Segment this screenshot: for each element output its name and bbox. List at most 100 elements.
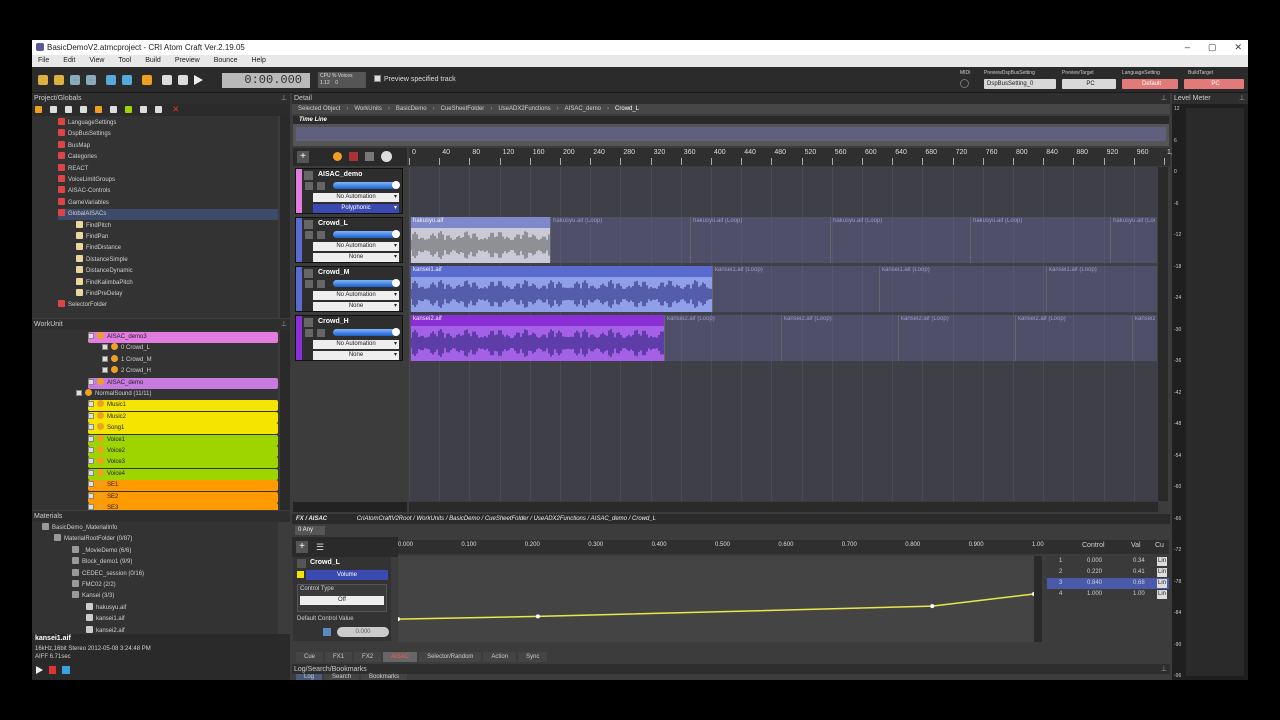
build-icon[interactable] [142, 75, 152, 85]
tab-selector-random[interactable]: Selector/Random [419, 652, 482, 662]
track-crowd_l[interactable]: Crowd_L No Automation None [295, 217, 403, 263]
material-loop-icon[interactable] [49, 666, 56, 674]
project-tree-item[interactable]: DistanceSimple [76, 254, 128, 266]
add-track-icon[interactable]: + [297, 151, 309, 163]
workunit-item[interactable]: Voice4 [88, 468, 278, 480]
material-item[interactable]: FMC02 (2/2) [72, 580, 116, 591]
workunit-item[interactable]: Music2 [88, 411, 278, 423]
loop-clip[interactable]: hakusyu.aif (Loop) [1110, 217, 1157, 263]
project-tree-item[interactable]: BusMap [58, 140, 90, 152]
project-tool-icon[interactable] [80, 106, 87, 113]
breadcrumb-item[interactable]: WorkUnits [354, 106, 382, 112]
project-scrollbar[interactable] [280, 116, 290, 318]
timeline-vscroll[interactable] [1158, 167, 1168, 501]
slider-knob[interactable] [392, 181, 400, 189]
save-icon[interactable] [70, 75, 80, 85]
project-tool-icon[interactable] [35, 106, 42, 113]
new-project-icon[interactable] [38, 75, 48, 85]
aisac-curve-point[interactable] [930, 604, 935, 609]
automation-icon[interactable] [349, 152, 358, 161]
preview-target-select[interactable]: PC [1062, 79, 1116, 89]
workunit-item[interactable]: NormalSound (11/11) [76, 389, 278, 400]
tab-search[interactable]: Search [324, 674, 360, 680]
breadcrumb-item[interactable]: CueSheetFolder [441, 106, 485, 112]
mute-icon[interactable] [305, 182, 313, 190]
workunit-item[interactable]: Music1 [88, 400, 278, 412]
pin-icon[interactable]: ⊥ [1161, 664, 1167, 675]
checkbox-icon[interactable] [88, 458, 94, 465]
loop-clip[interactable]: kansei2.aif (Loop) [781, 315, 898, 361]
workunit-item[interactable]: 0 Crowd_L [102, 343, 278, 354]
project-tree-item[interactable]: GameVariables [58, 197, 109, 209]
control-table-row[interactable]: 4 1.000 1.00 Lin [1047, 589, 1169, 600]
loop-clip[interactable]: kansei2.aif (Loop) [664, 315, 781, 361]
aisac-curve-point[interactable] [535, 614, 540, 619]
timeline-hscroll[interactable] [409, 502, 1158, 512]
solo-icon[interactable] [317, 329, 325, 337]
project-tree-item[interactable]: FindDistance [76, 243, 121, 254]
close-button[interactable]: ✕ [1234, 40, 1242, 55]
menu-help[interactable]: Help [251, 55, 265, 67]
play-icon[interactable] [194, 75, 203, 85]
checkbox-icon[interactable] [88, 492, 94, 499]
pin-icon[interactable]: ⊥ [1239, 93, 1245, 104]
open-icon[interactable] [54, 75, 64, 85]
loop-clip[interactable]: kansei1.aif (Loop) [712, 266, 879, 312]
grid-icon[interactable] [365, 152, 374, 161]
tab-action[interactable]: Action [483, 652, 517, 662]
volume-slider[interactable] [333, 279, 400, 287]
tab-sync[interactable]: Sync [518, 652, 548, 662]
aisac-any-tab[interactable]: 0 Any [295, 526, 325, 535]
menu-build[interactable]: Build [145, 55, 161, 67]
aisac-curve-svg[interactable] [396, 556, 1036, 642]
material-stop-icon[interactable] [62, 666, 70, 674]
audio-clip[interactable]: kansei1.aif [410, 266, 712, 312]
maximize-button[interactable]: ▢ [1208, 40, 1217, 55]
volume-slider[interactable] [333, 328, 400, 336]
checkbox-icon[interactable] [102, 344, 108, 351]
tab-fx2[interactable]: FX2 [354, 652, 382, 662]
tab-aisac[interactable]: AISAC [383, 652, 418, 662]
project-tree-item[interactable]: Categories [58, 152, 97, 163]
project-tool-icon[interactable] [95, 106, 102, 113]
mute-icon[interactable] [305, 231, 313, 239]
workunit-item[interactable]: AISAC_demo [88, 377, 278, 389]
default-lock-icon[interactable] [323, 628, 331, 636]
tab-fx1[interactable]: FX1 [325, 652, 353, 662]
pin-icon[interactable]: ⊥ [1161, 93, 1167, 104]
loop-clip[interactable]: hakusyu.aif (Loop) [970, 217, 1110, 263]
workunit-scrollbar[interactable] [280, 330, 290, 510]
undo-icon[interactable] [106, 75, 116, 85]
material-item[interactable]: MaterialRootFolder (0/87) [54, 534, 132, 545]
checkbox-icon[interactable] [102, 367, 108, 374]
checkbox-icon[interactable] [88, 481, 94, 488]
material-item[interactable]: Block_demo1 (9/9) [72, 557, 132, 568]
aisac-vscroll[interactable] [1034, 556, 1042, 642]
control-table-row[interactable]: 3 0.840 0.68 Lin [1047, 578, 1169, 589]
breadcrumb-item[interactable]: AISAC_demo [565, 106, 601, 112]
menu-view[interactable]: View [89, 55, 104, 67]
track-crowd_m[interactable]: Crowd_M No Automation None [295, 266, 403, 312]
workunit-item[interactable]: AISAC_demo3 [88, 332, 278, 343]
aisac-curve-line[interactable] [397, 593, 1035, 620]
checkbox-icon[interactable] [76, 390, 82, 396]
mode-select[interactable]: None [313, 351, 399, 360]
language-select[interactable]: Default [1122, 79, 1178, 89]
slider-knob[interactable] [392, 230, 400, 238]
slider-knob[interactable] [392, 328, 400, 336]
menu-tool[interactable]: Tool [118, 55, 131, 67]
pin-icon[interactable]: ⊥ [281, 319, 287, 330]
mode-select[interactable]: None [313, 302, 399, 311]
aisac-graph[interactable] [396, 556, 1036, 642]
aisac-ruler[interactable]: 0.000 0.100 0.200 0.300 0.400 0.500 0.600 0.700… [398, 540, 1070, 554]
preview-dsp-select[interactable]: DspBusSetting_0 [984, 79, 1056, 89]
control-table-row[interactable]: 1 0.000 0.34 Lin [1047, 556, 1169, 567]
tab-bookmarks[interactable]: Bookmarks [361, 674, 408, 680]
checkbox-icon[interactable] [102, 355, 108, 362]
workunit-item[interactable]: SE1 [88, 480, 278, 492]
overview-bar[interactable] [296, 127, 1166, 141]
workunit-item[interactable]: 2 Crowd_H [102, 366, 278, 377]
build-target-select[interactable]: PC [1184, 79, 1244, 89]
automation-select[interactable]: No Automation [313, 242, 399, 251]
track-crowd_h[interactable]: Crowd_H No Automation None [295, 315, 403, 361]
